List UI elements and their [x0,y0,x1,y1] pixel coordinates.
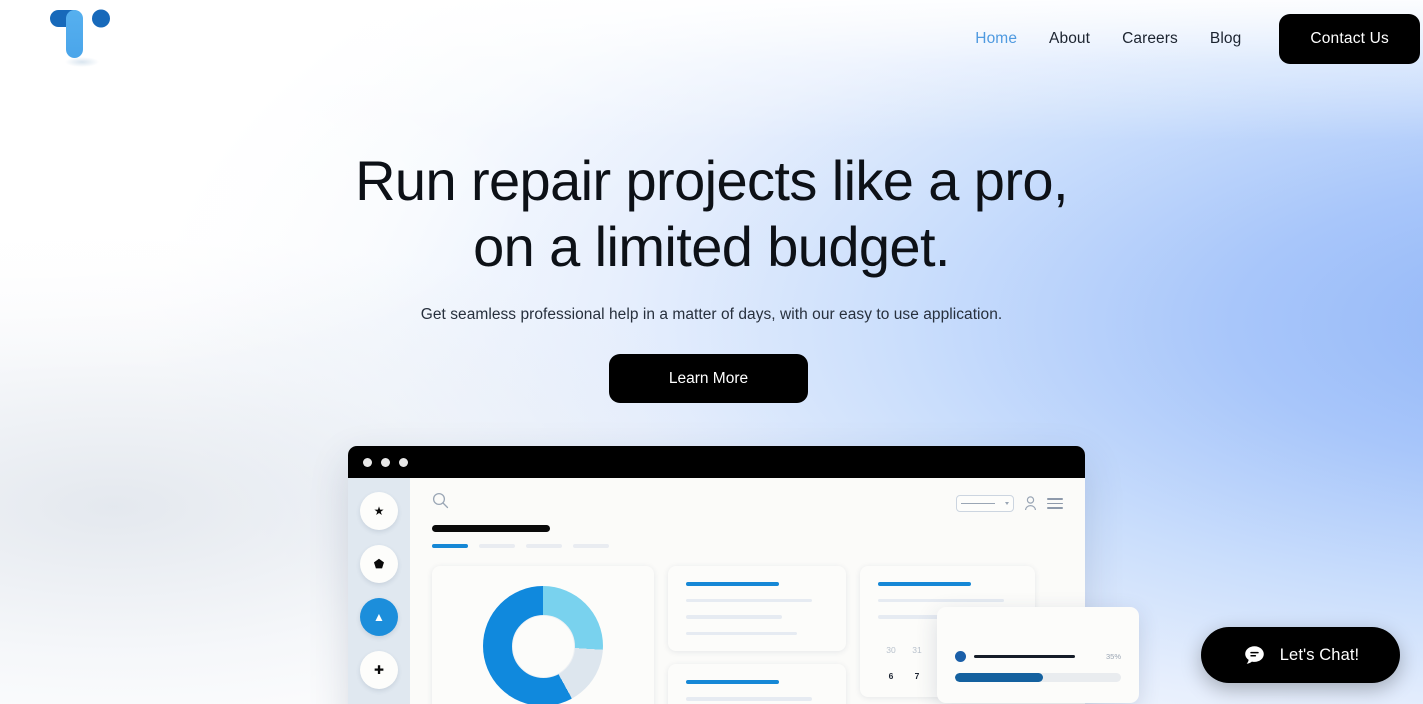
hamburger-menu-icon[interactable] [1047,498,1063,509]
progress-percent-label: 35% [1105,652,1121,661]
window-dot-minimize [381,457,390,467]
tab-4[interactable] [573,544,609,548]
lets-chat-label: Let's Chat! [1279,645,1360,664]
status-dot-icon [955,651,966,662]
page-title: Run repair projects like a pro, on a lim… [0,148,1423,280]
sidebar-item-add[interactable]: ✚ [360,651,398,689]
star-icon: ★ [373,504,385,518]
card-text-line [686,696,812,701]
progress-bar-track [955,673,1121,682]
mockup-toolbar-controls [956,495,1063,512]
mockup-dropdown[interactable] [956,495,1014,512]
window-dot-close [363,457,372,467]
list-card-1 [668,566,846,652]
tab-2[interactable] [479,544,515,548]
tech-logo-icon [50,9,110,67]
triangle-icon: ▲ [373,610,385,624]
calendar-day[interactable]: 31 [904,645,930,655]
card-heading-placeholder [686,582,779,586]
card-heading-placeholder [878,582,971,586]
card-text-line [878,598,1004,603]
hero-title-line-2: on a limited budget. [473,215,950,278]
mockup-toolbar [432,492,1063,512]
nav-link-home[interactable]: Home [959,30,1033,48]
hero-subtitle: Get seamless professional help in a matt… [420,306,1003,323]
lets-chat-button[interactable]: Let's Chat! [1201,627,1400,683]
sidebar-item-star[interactable]: ★ [360,492,398,530]
site-header: Home About Careers Blog Contact Us [0,0,1423,78]
donut-chart-card [432,566,654,704]
donut-chart [483,586,603,704]
progress-float-card: 35% [937,607,1139,703]
card-text-line [686,615,782,619]
card-heading-placeholder [686,680,779,684]
list-card-2 [668,664,846,704]
progress-label-placeholder [974,655,1075,658]
mockup-tabs [432,544,1063,548]
calendar-day[interactable]: 7 [904,671,930,681]
tab-3[interactable] [526,544,562,548]
contact-us-button[interactable]: Contact Us [1279,14,1420,64]
sidebar-item-triangle[interactable]: ▲ [360,598,398,636]
pentagon-icon: ⬟ [373,557,385,571]
calendar-day[interactable]: 6 [878,671,904,681]
sidebar-item-pentagon[interactable]: ⬟ [360,545,398,583]
chevron-down-icon [1005,502,1009,505]
mockup-titlebar [348,446,1085,478]
calendar-day[interactable]: 30 [878,645,904,655]
card-text-line [686,631,797,636]
nav-link-careers[interactable]: Careers [1106,30,1194,48]
donut-chart-center [511,614,575,678]
user-icon[interactable] [1024,496,1037,511]
chat-bubble-icon [1244,645,1264,664]
mockup-sidebar: ★ ⬟ ▲ ✚ [348,478,410,704]
brand-logo[interactable] [44,4,120,68]
hero-title-line-1: Run repair projects like a pro, [355,149,1068,212]
tab-1[interactable] [432,544,468,548]
plus-icon: ✚ [373,663,385,677]
card-text-line [686,598,812,603]
dropdown-value-placeholder [961,502,995,505]
mockup-card-column-1 [668,566,846,704]
learn-more-button[interactable]: Learn More [609,354,808,403]
nav-link-blog[interactable]: Blog [1194,30,1257,48]
progress-row: 35% [955,651,1121,662]
progress-bar-fill [955,673,1043,682]
nav-link-about[interactable]: About [1033,30,1106,48]
mockup-page-heading-placeholder [432,525,550,532]
window-dot-maximize [399,457,408,467]
search-icon[interactable] [432,492,449,509]
main-navigation: Home About Careers Blog Contact Us [959,14,1423,64]
